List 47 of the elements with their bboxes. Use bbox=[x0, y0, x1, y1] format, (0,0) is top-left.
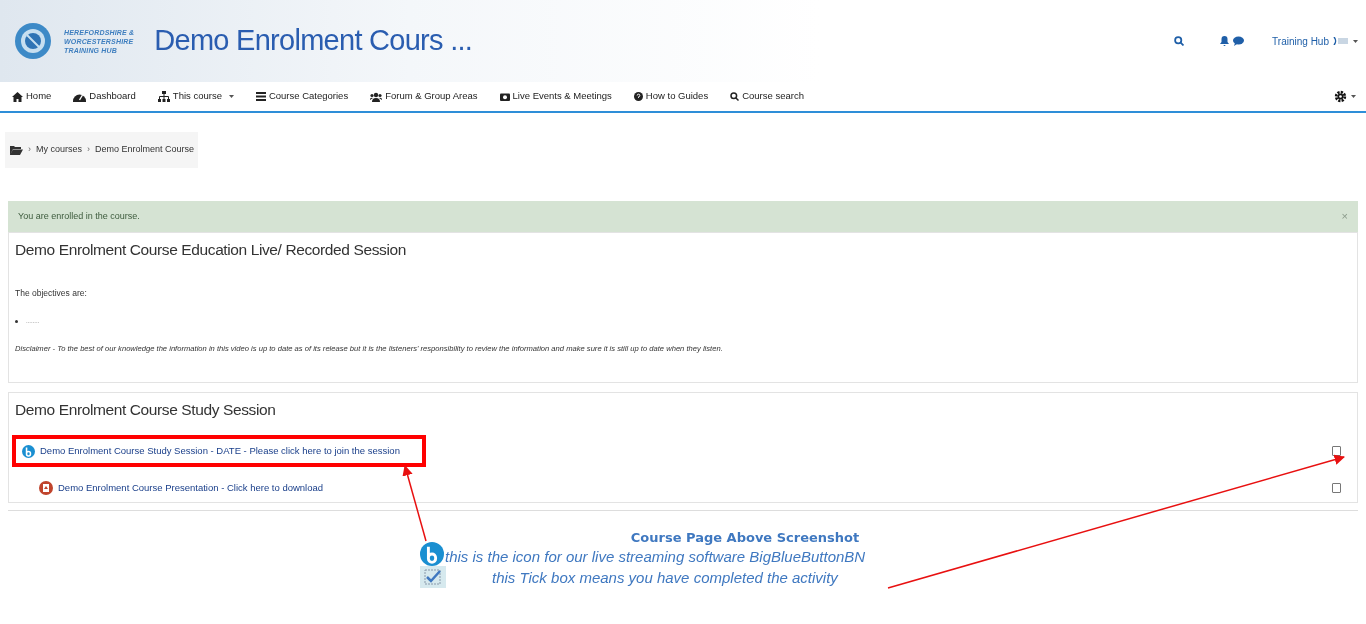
question-icon bbox=[633, 92, 643, 101]
caret-icon bbox=[1353, 39, 1358, 43]
completion-checkbox[interactable] bbox=[1332, 483, 1341, 494]
settings-button[interactable] bbox=[1334, 90, 1356, 103]
search-icon bbox=[730, 92, 740, 101]
alert-text: You are enrolled in the course. bbox=[18, 209, 140, 223]
search-icon[interactable] bbox=[1174, 36, 1185, 46]
nav-link[interactable]: Home bbox=[12, 89, 52, 104]
folder-icon[interactable] bbox=[10, 145, 23, 155]
nav-link[interactable]: Live Events & Meetings bbox=[499, 89, 612, 104]
home-icon bbox=[12, 91, 23, 102]
sitemap-icon bbox=[157, 91, 170, 102]
nav-link[interactable]: Course Categories bbox=[255, 89, 349, 104]
logo-icon[interactable] bbox=[14, 22, 52, 60]
completion-checkbox[interactable] bbox=[1332, 446, 1341, 457]
user-menu[interactable]: Training Hub bbox=[1272, 33, 1358, 49]
caret-icon bbox=[1351, 95, 1356, 98]
nav-link[interactable]: Forum & Group Areas bbox=[370, 89, 478, 104]
breadcrumb-link[interactable]: Demo Enrolment Course bbox=[95, 143, 195, 157]
nav-link[interactable]: How to Guides bbox=[633, 89, 709, 104]
page-title: Demo Enrolment Cours ... bbox=[154, 23, 473, 59]
bullet-icon bbox=[15, 320, 18, 323]
bigbluebutton-icon bbox=[420, 541, 444, 566]
separator-text: › bbox=[87, 143, 90, 157]
list-icon bbox=[255, 92, 266, 101]
pdf-icon bbox=[39, 481, 53, 496]
activity-link[interactable]: Demo Enrolment Course Study Session - DATE - Please click here to join the session bbox=[40, 444, 400, 459]
activity-link[interactable]: Demo Enrolment Course Presentation - Click here to download bbox=[58, 481, 324, 496]
camera-icon bbox=[499, 92, 510, 101]
nav-link[interactable]: Course search bbox=[730, 89, 804, 104]
annotation-text: this Tick box means you have completed the activity bbox=[492, 567, 838, 587]
users-icon bbox=[370, 91, 383, 102]
annotation-heading: Course Page Above Screenshot bbox=[630, 529, 860, 547]
settings-icon bbox=[1334, 90, 1347, 103]
nav-link[interactable]: This course bbox=[157, 89, 234, 104]
paragraph-text: The objectives are: bbox=[15, 287, 88, 300]
avatar-icon bbox=[1333, 37, 1349, 45]
nav-link[interactable]: Dashboard bbox=[73, 89, 136, 104]
bigbluebutton-icon bbox=[22, 444, 35, 458]
bell-icon[interactable] bbox=[1220, 36, 1230, 46]
breadcrumb-link[interactable]: My courses bbox=[36, 143, 82, 157]
section-title: Demo Enrolment Course Education Live/ Recorded Session bbox=[15, 240, 407, 260]
annotation-text: this is the icon for our live streaming software BigBlueButtonBN bbox=[445, 547, 866, 566]
separator-text: › bbox=[28, 143, 31, 157]
chat-icon[interactable] bbox=[1233, 36, 1245, 46]
section-title: Demo Enrolment Course Study Session bbox=[15, 400, 277, 420]
checkbox-icon bbox=[420, 566, 446, 588]
